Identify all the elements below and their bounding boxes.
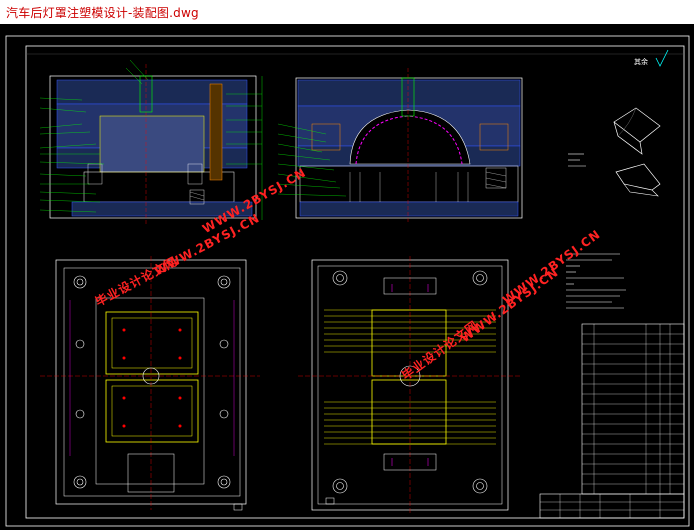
drawing-sheet: 其余 bbox=[5, 35, 690, 527]
plan-view-right bbox=[298, 256, 520, 514]
plan-view-left bbox=[40, 256, 260, 511]
section-view-right bbox=[277, 68, 523, 224]
roughness-note: 其余 bbox=[634, 57, 648, 66]
section-view-left bbox=[39, 59, 263, 224]
part-isometric-views bbox=[613, 107, 661, 197]
bill-of-materials bbox=[539, 323, 685, 519]
window-titlebar: 汽车后灯罩注塑模设计-装配图.dwg bbox=[0, 0, 694, 24]
window-title: 汽车后灯罩注塑模设计-装配图.dwg bbox=[6, 6, 199, 20]
cad-drawing-canvas[interactable]: 其余 毕业设计论文网 WWW.2BYSJ.CN WWW.2BYSJ.CN 毕业设… bbox=[0, 24, 694, 530]
